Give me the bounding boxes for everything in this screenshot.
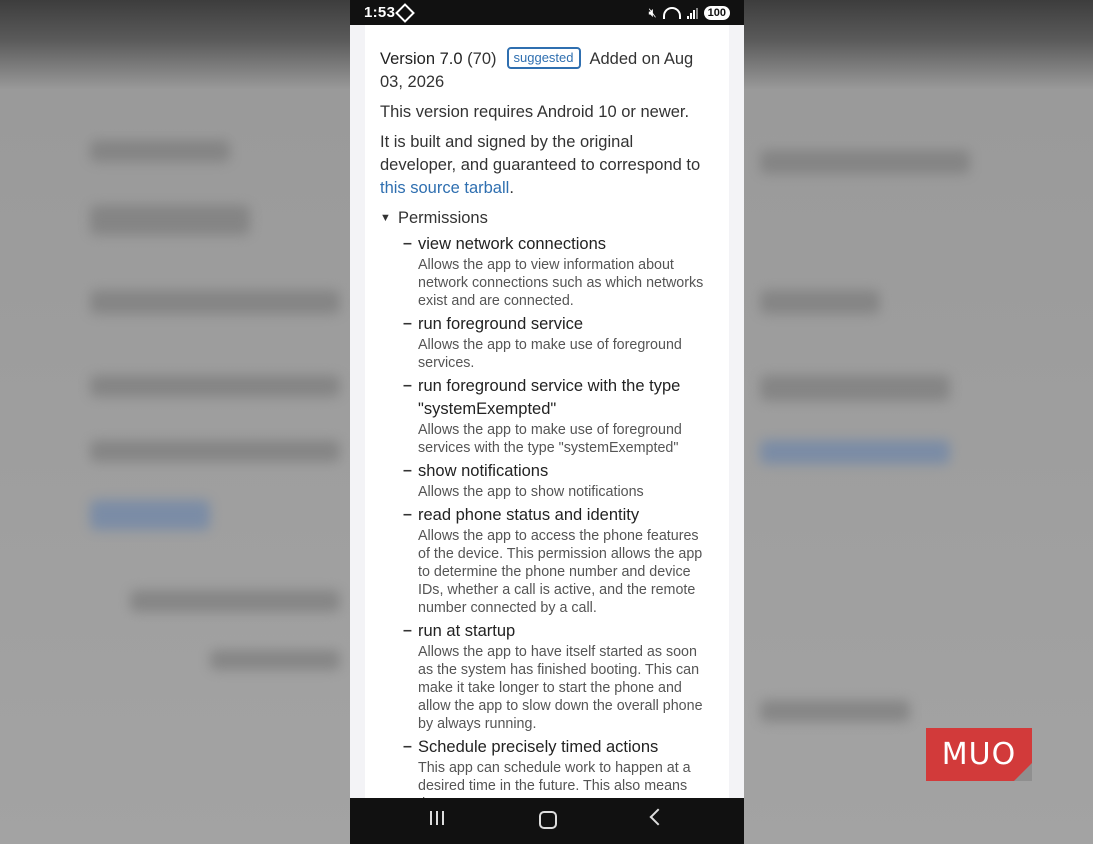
triangle-down-icon: ▼ — [380, 212, 391, 224]
permission-item: – run at startup Allows the app to have it… — [403, 620, 713, 733]
permission-title: view network connections — [418, 235, 607, 253]
navigation-bar — [350, 798, 744, 844]
version-label: Version 7.0 — [380, 50, 463, 68]
built-period: . — [509, 179, 514, 197]
version-code: (70) — [467, 50, 497, 68]
permission-desc: This app can schedule work to happen at … — [418, 760, 691, 798]
phone-screen: 1:53 🔇︎ 100 Version 7.0 (70) suggested Add… — [350, 0, 744, 844]
mute-icon: 🔇︎ — [648, 5, 657, 20]
permission-desc: Allows the app to view information about… — [418, 257, 704, 309]
permission-title: Schedule precisely timed actions — [418, 738, 659, 756]
permission-item: – Schedule precisely timed actions This ap… — [403, 736, 713, 798]
back-button[interactable] — [649, 808, 667, 826]
status-bar: 1:53 🔇︎ 100 — [350, 0, 744, 25]
dash-icon: – — [403, 235, 412, 252]
permissions-list: – view network connections Allows the app … — [380, 233, 713, 798]
watermark-text: MUO — [941, 737, 1017, 772]
suggested-badge: suggested — [506, 47, 581, 69]
permission-desc: Allows the app to make use of foreground… — [418, 337, 682, 371]
battery-indicator: 100 — [703, 6, 730, 20]
signal-icon — [686, 7, 698, 19]
source-tarball-link[interactable]: this source tarball — [380, 179, 509, 197]
permission-item: – view network connections Allows the app … — [403, 233, 713, 310]
permission-desc: Allows the app to show notifications — [418, 484, 644, 500]
dash-icon: – — [403, 315, 412, 332]
built-description: It is built and signed by the original d… — [380, 133, 701, 174]
permission-title: read phone status and identity — [418, 506, 640, 524]
version-card: Version 7.0 (70) suggested Added on Aug 03… — [365, 25, 729, 798]
recent-apps-button[interactable] — [430, 811, 444, 825]
dash-icon: – — [403, 622, 412, 639]
built-text: It is built and signed by the original d… — [380, 131, 713, 200]
permissions-header: Permissions — [398, 209, 488, 227]
page-content[interactable]: Version 7.0 (70) suggested Added on Aug 03… — [350, 25, 744, 798]
requirement-text: This version requires Android 10 or newe… — [380, 103, 690, 121]
version-line: Version 7.0 (70) suggested Added on Aug 03… — [380, 47, 713, 94]
status-time: 1:53 — [364, 4, 396, 21]
permission-title: run at startup — [418, 622, 516, 640]
permission-title: show notifications — [418, 462, 549, 480]
wifi-icon — [662, 7, 681, 19]
permission-desc: Allows the app to make use of foreground… — [418, 422, 682, 456]
muo-watermark-logo: MUO — [926, 728, 1032, 781]
permission-item: – show notifications Allows the app to sho… — [403, 460, 713, 501]
permission-title: run foreground service with the type "sy… — [418, 377, 681, 418]
dash-icon: – — [403, 462, 412, 479]
permission-item: – run foreground service Allows the app to… — [403, 313, 713, 372]
permission-desc: Allows the app to access the phone featu… — [418, 528, 703, 616]
dash-icon: – — [403, 506, 412, 523]
added-date: Added on Aug — [589, 50, 694, 68]
permission-desc: Allows the app to have itself started as… — [418, 644, 703, 732]
dash-icon: – — [403, 738, 412, 755]
dash-icon: – — [403, 377, 412, 394]
permission-item: – read phone status and identity Allows th… — [403, 504, 713, 617]
sim-icon — [395, 3, 415, 23]
permission-item: – run foreground service with the type "s… — [403, 375, 713, 457]
added-date-cont: 03, 2026 — [380, 73, 445, 91]
permission-title: run foreground service — [418, 315, 584, 333]
permissions-toggle[interactable]: ▼ Permissions — [380, 207, 713, 230]
home-button[interactable] — [539, 811, 557, 829]
